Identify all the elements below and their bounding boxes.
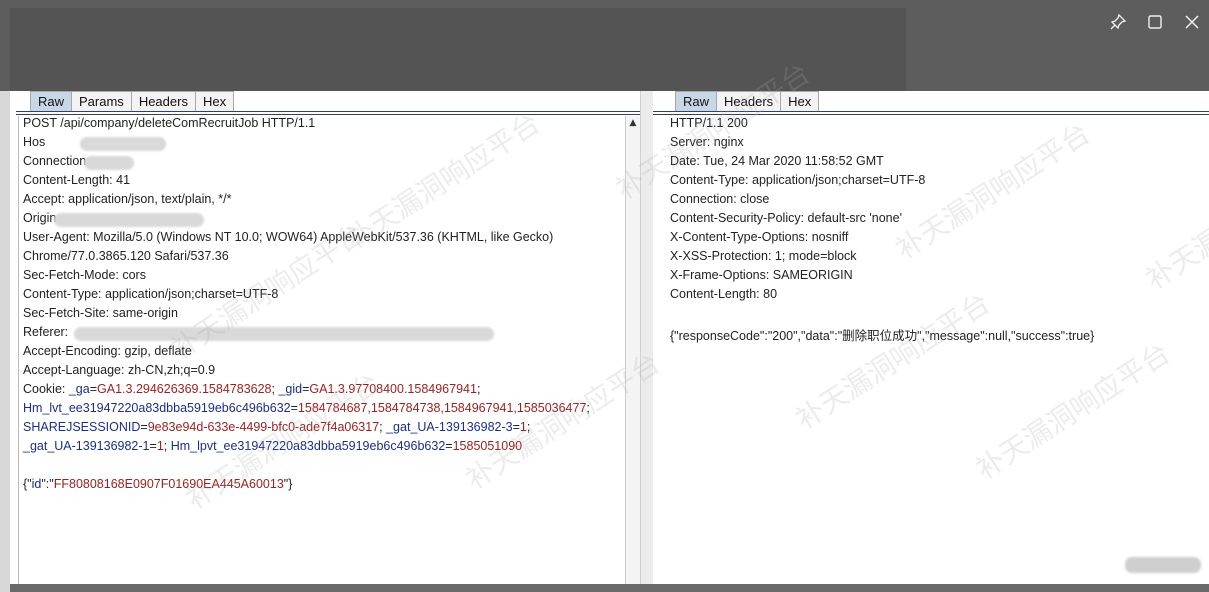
close-icon[interactable] — [1181, 14, 1203, 36]
request-line: Content-Length: 41 — [19, 173, 625, 192]
request-line-token: = — [89, 382, 98, 396]
redaction-blur — [84, 156, 134, 170]
request-line-token: SHAREJSESSIONID — [23, 420, 141, 434]
request-line-token: Chrome/77.0.3865.120 Safari/537.36 — [23, 249, 229, 263]
request-line-token: Hm_lvt_ee31947220a83dbba5919eb6c496b632 — [23, 401, 291, 415]
left-edge — [0, 91, 10, 592]
request-line-token: Accept-Encoding: gzip, deflate — [23, 344, 192, 358]
scroll-up-icon[interactable]: ▲ — [626, 116, 640, 130]
request-line-token: Referer: — [23, 325, 69, 339]
request-line-token: ; — [476, 382, 481, 396]
request-line-token: Sec-Fetch-Site: same-origin — [23, 306, 178, 320]
request-tab-bar: Raw Params Headers Hex — [30, 91, 235, 112]
request-tab-params[interactable]: Params — [71, 91, 132, 112]
request-line: Accept-Encoding: gzip, deflate — [19, 344, 625, 363]
request-line: Accept: application/json, text/plain, */… — [19, 192, 625, 211]
request-line-token: = — [445, 439, 453, 453]
request-line-token: User-Agent: Mozilla/5.0 (Windows NT 10.0… — [23, 230, 554, 244]
request-line-token: _ga — [68, 382, 90, 396]
request-tab-hex[interactable]: Hex — [194, 91, 235, 112]
bottom-bar — [10, 584, 1209, 592]
request-pane: Raw Params Headers Hex POST /api/company/de… — [16, 91, 640, 584]
redaction-blur — [54, 213, 204, 227]
request-line: Sec-Fetch-Site: same-origin — [19, 306, 625, 325]
pin-icon[interactable] — [1107, 13, 1129, 36]
request-line-token: _gat_UA-139136982-3 — [386, 420, 513, 434]
request-line-token: Connection: — [23, 154, 90, 168]
response-line: Content-Type: application/json;charset=U… — [670, 173, 926, 187]
request-tab-divider — [16, 111, 640, 115]
request-line-token: _gid — [278, 382, 303, 396]
request-line-token: {" — [23, 477, 32, 491]
request-line: Content-Type: application/json;charset=U… — [19, 287, 625, 306]
request-line-token: = — [140, 420, 148, 434]
request-line-token: 1 — [156, 439, 164, 453]
request-line-token: Origin — [23, 211, 57, 225]
request-line-token: GA1.3.294626369.1584783628 — [97, 382, 272, 396]
request-editor[interactable]: POST /api/company/deleteComRecruitJob HT… — [18, 116, 625, 584]
request-line-token: Sec-Fetch-Mode: cors — [23, 268, 146, 282]
response-line: Date: Tue, 24 Mar 2020 11:58:52 GMT — [670, 154, 884, 168]
request-line-token: ; — [163, 439, 171, 453]
response-line: Server: nginx — [670, 135, 744, 149]
response-line: X-Frame-Options: SAMEORIGIN — [670, 268, 853, 282]
request-line: {"id":"FF80808168E0907F01690EA445A60013"… — [19, 477, 625, 496]
redaction-blur — [80, 137, 166, 151]
request-line-token: Accept: application/json, text/plain, */… — [23, 192, 232, 206]
request-tab-headers[interactable]: Headers — [130, 91, 196, 112]
maximize-icon[interactable] — [1144, 14, 1166, 36]
response-line: X-XSS-Protection: 1; mode=block — [670, 249, 857, 263]
redaction-blur — [74, 327, 494, 341]
title-bar — [0, 0, 1209, 91]
redaction-blur — [1125, 557, 1201, 573]
request-line: Accept-Language: zh-CN,zh;q=0.9 — [19, 363, 625, 382]
request-line-token: Hos — [23, 135, 46, 149]
request-line-token: Cookie: — [23, 382, 69, 396]
request-line-token: ":" — [41, 477, 54, 491]
request-line-token: POST /api/company/deleteComRecruitJob HT… — [23, 116, 316, 130]
request-line-token: _gat_UA-139136982-1 — [23, 439, 150, 453]
request-line-token: id — [31, 477, 42, 491]
response-line: Content-Length: 80 — [670, 287, 778, 301]
request-tab-raw[interactable]: Raw — [30, 91, 73, 112]
request-line-token: = — [149, 439, 157, 453]
request-line-token: Content-Length: 41 — [23, 173, 131, 187]
request-line-token: "} — [283, 477, 293, 491]
